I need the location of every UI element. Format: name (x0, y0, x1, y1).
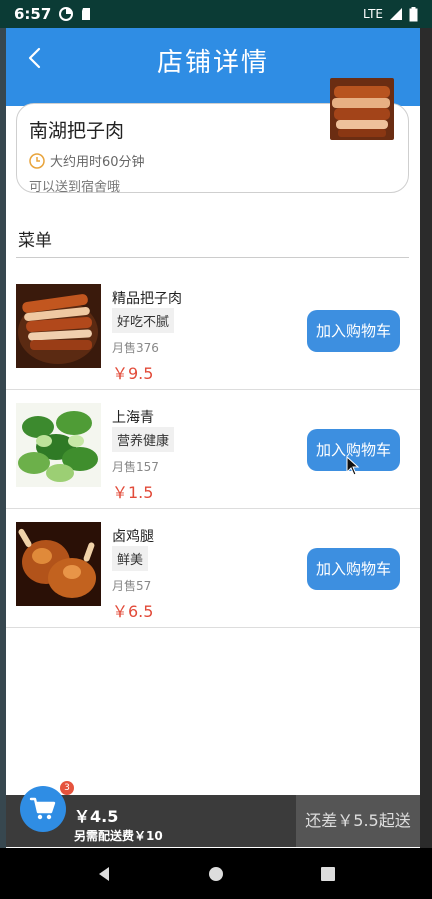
scroll-edge (420, 28, 432, 848)
dish-price: ￥9.5 (112, 364, 154, 383)
mouse-pointer-icon (346, 456, 360, 476)
data-saver-icon (59, 7, 74, 21)
dish-sales: 月售57 (112, 579, 152, 593)
system-nav-bar (0, 848, 432, 899)
network-type: LTE (363, 7, 383, 21)
delivery-fee: 另需配送费￥10 (74, 829, 163, 843)
battery-icon (409, 6, 418, 21)
nav-recents-icon[interactable] (320, 866, 336, 882)
add-to-cart-button[interactable]: 加入购物车 (307, 548, 400, 590)
menu-divider (16, 257, 409, 258)
status-bar: 6:57 LTE (0, 0, 432, 28)
menu-heading: 菜单 (18, 231, 52, 251)
nav-back-icon[interactable] (96, 866, 112, 882)
dish-tag: 鲜美 (112, 546, 149, 571)
dish-sales: 月售157 (112, 460, 159, 474)
dish-image (16, 284, 101, 368)
dish-tag: 好吃不腻 (112, 308, 175, 333)
store-time-row: 大约用时60分钟 (29, 151, 396, 170)
dish-tag: 营养健康 (112, 427, 175, 452)
store-logo-image (330, 78, 394, 140)
dish-price: ￥1.5 (112, 483, 154, 502)
checkout-button[interactable]: 还差￥5.5起送 (296, 795, 420, 847)
screen: 6:57 LTE 店铺详情 南湖把子肉 大约用时60分钟 可以送到宿舍哦 菜单 … (0, 0, 432, 899)
sd-card-icon (82, 8, 91, 20)
status-time: 6:57 (14, 5, 52, 23)
dish-image (16, 522, 101, 606)
dish-item: 卤鸡腿 鲜美 月售57 ￥6.5 加入购物车 (6, 510, 420, 628)
page-title: 店铺详情 (156, 48, 269, 78)
cart-total: ￥4.5 (74, 807, 119, 826)
dish-name: 上海青 (112, 410, 154, 426)
cart-bar: ￥4.5 另需配送费￥10 还差￥5.5起送 (6, 795, 420, 847)
dish-sales: 月售376 (112, 341, 159, 355)
store-time-text: 大约用时60分钟 (50, 155, 145, 170)
dish-item: 上海青 营养健康 月售157 ￥1.5 加入购物车 (6, 391, 420, 509)
dish-item: 精品把子肉 好吃不腻 月售376 ￥9.5 加入购物车 (6, 272, 420, 390)
dish-name: 卤鸡腿 (112, 529, 154, 545)
store-delivery-note: 可以送到宿舍哦 (29, 180, 121, 195)
clock-icon (29, 152, 45, 169)
add-to-cart-button[interactable]: 加入购物车 (307, 310, 400, 352)
dish-name: 精品把子肉 (112, 291, 182, 307)
nav-home-icon[interactable] (208, 866, 224, 882)
shopping-cart-icon (29, 797, 56, 820)
dish-image (16, 403, 101, 487)
status-right: LTE (363, 6, 418, 22)
cart-button[interactable] (20, 786, 66, 832)
signal-icon (390, 8, 402, 20)
cart-count-badge: 3 (60, 781, 74, 795)
dish-price: ￥6.5 (112, 602, 154, 621)
